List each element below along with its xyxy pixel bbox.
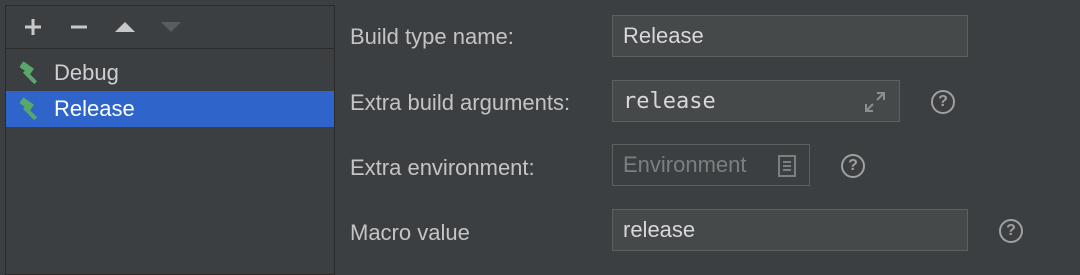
build-types-toolbar (6, 6, 334, 49)
hammer-icon (16, 59, 44, 87)
list-item-label: Release (54, 96, 135, 121)
macro-value-field[interactable]: release (612, 209, 968, 251)
help-icon[interactable]: ? (841, 154, 865, 178)
help-icon[interactable]: ? (999, 219, 1023, 243)
remove-button[interactable] (62, 10, 96, 44)
help-icon[interactable]: ? (931, 90, 955, 114)
arrow-up-icon (115, 22, 135, 32)
list-item-label: Debug (54, 60, 119, 85)
macro-value-label: Macro value (350, 220, 470, 245)
build-types-panel: Debug Release (5, 5, 335, 275)
plus-icon (25, 19, 41, 35)
extra-env-label: Extra environment: (350, 155, 535, 180)
extra-build-args-value: release (623, 88, 716, 114)
extra-build-args-field[interactable]: release (612, 80, 900, 122)
macro-value-value: release (623, 217, 696, 242)
extra-build-args-label: Extra build arguments: (350, 90, 571, 115)
move-down-button[interactable] (154, 10, 188, 44)
list-item-debug[interactable]: Debug (6, 55, 334, 91)
extra-env-field[interactable]: Environment (612, 144, 810, 186)
extra-env-placeholder: Environment (623, 152, 747, 177)
expand-icon[interactable] (863, 90, 887, 120)
build-type-name-value: Release (623, 23, 704, 48)
minus-icon (71, 25, 87, 29)
build-types-list: Debug Release (6, 49, 334, 127)
add-button[interactable] (16, 10, 50, 44)
build-type-name-field[interactable]: Release (612, 15, 968, 57)
hammer-icon (16, 95, 44, 123)
build-type-name-label: Build type name: (350, 24, 514, 49)
document-icon[interactable] (777, 154, 797, 184)
arrow-down-icon (161, 22, 181, 32)
move-up-button[interactable] (108, 10, 142, 44)
list-item-release[interactable]: Release (6, 91, 334, 127)
